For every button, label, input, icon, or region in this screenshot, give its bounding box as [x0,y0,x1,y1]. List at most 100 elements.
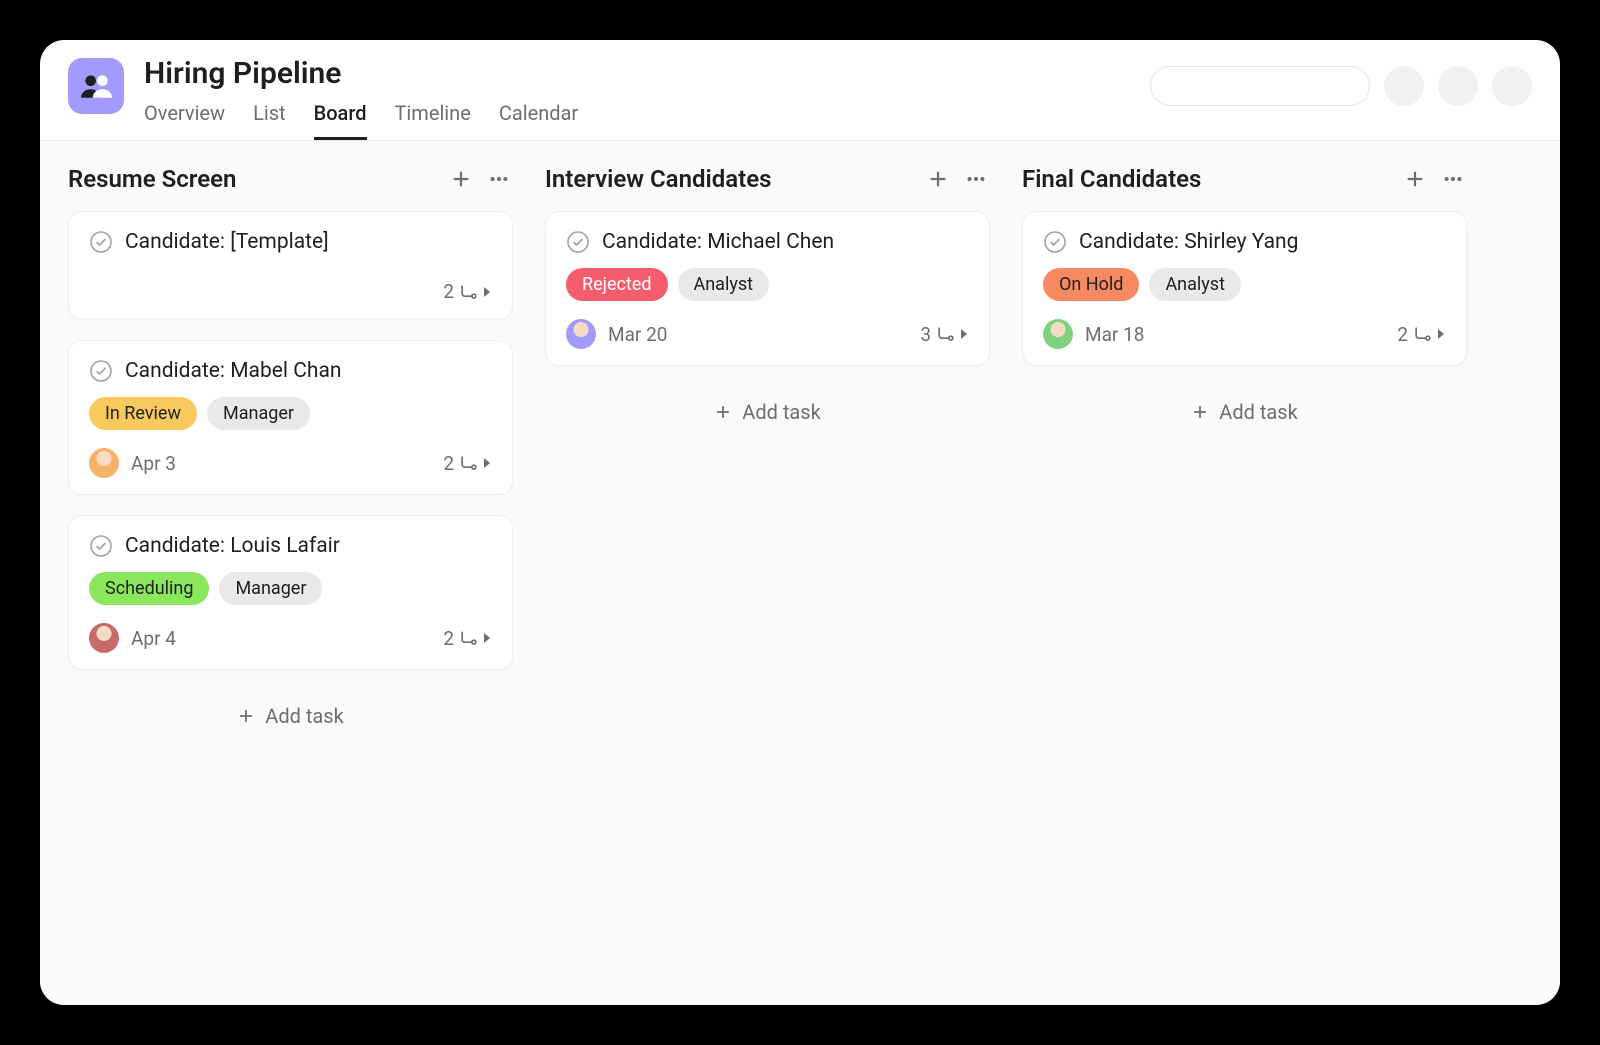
tab-timeline[interactable]: Timeline [395,101,471,140]
due-date[interactable]: Apr 3 [131,452,176,475]
due-date[interactable]: Mar 20 [608,323,667,346]
column-add-button[interactable] [447,165,475,193]
search-input[interactable] [1150,66,1370,106]
header-action-3[interactable] [1492,66,1532,106]
column-header: Interview Candidates [545,165,990,193]
subtask-icon [458,453,478,473]
tag-pill[interactable]: In Review [89,397,197,430]
card-footer: 2 [89,280,492,303]
column-title: Resume Screen [68,165,437,193]
check-icon [89,230,113,254]
card-tags: On Hold Analyst [1043,268,1446,301]
project-icon[interactable] [68,58,124,114]
caret-right-icon [959,327,969,341]
header: Hiring Pipeline OverviewListBoardTimelin… [40,40,1560,141]
tag-pill[interactable]: Manager [219,572,322,605]
card-title: Candidate: [Template] [125,230,329,254]
subtask-indicator[interactable]: 3 [920,323,969,346]
header-right [1150,54,1532,106]
tab-overview[interactable]: Overview [144,101,225,140]
card-tags: In Review Manager [89,397,492,430]
add-task-button[interactable]: Add task [68,690,513,734]
add-task-button[interactable]: Add task [1022,386,1467,430]
tab-board[interactable]: Board [314,101,367,140]
header-action-2[interactable] [1438,66,1478,106]
header-main: Hiring Pipeline OverviewListBoardTimelin… [144,54,1130,140]
column-menu-button[interactable] [485,165,513,193]
card-title-row: Candidate: Michael Chen [566,230,969,254]
assignee-avatar[interactable] [89,623,119,653]
card-tags: Scheduling Manager [89,572,492,605]
subtask-count: 3 [920,323,931,346]
column-header: Resume Screen [68,165,513,193]
subtask-indicator[interactable]: 2 [443,627,492,650]
assignee-avatar[interactable] [1043,319,1073,349]
plus-icon [1191,403,1209,421]
more-icon [1442,168,1464,190]
task-card[interactable]: Candidate: Mabel Chan In Review Manager Apr… [68,340,513,495]
tag-pill[interactable]: On Hold [1043,268,1139,301]
subtask-indicator[interactable]: 2 [443,452,492,475]
task-card[interactable]: Candidate: Michael Chen Rejected Analyst Ma… [545,211,990,366]
header-action-1[interactable] [1384,66,1424,106]
column-add-button[interactable] [924,165,952,193]
task-card[interactable]: Candidate: Louis Lafair Scheduling Manager… [68,515,513,670]
board: Resume ScreenCandidate: [Template]2Candi… [40,141,1560,1005]
plus-icon [1404,168,1426,190]
card-title-row: Candidate: Louis Lafair [89,534,492,558]
app-frame: Hiring Pipeline OverviewListBoardTimelin… [40,40,1560,1005]
column: Interview Candidates Candidate: Michael C… [545,165,990,430]
plus-icon [237,707,255,725]
complete-toggle[interactable] [89,534,113,558]
due-date[interactable]: Apr 4 [131,627,176,650]
column-menu-button[interactable] [962,165,990,193]
subtask-indicator[interactable]: 2 [443,280,492,303]
check-icon [1043,230,1067,254]
tag-pill[interactable]: Rejected [566,268,668,301]
card-title: Candidate: Shirley Yang [1079,230,1298,254]
assignee-avatar[interactable] [566,319,596,349]
card-title-row: Candidate: [Template] [89,230,492,254]
card-title-row: Candidate: Mabel Chan [89,359,492,383]
subtask-icon [1412,324,1432,344]
caret-right-icon [1436,327,1446,341]
caret-right-icon [482,285,492,299]
task-card[interactable]: Candidate: [Template] 2 [68,211,513,320]
plus-icon [450,168,472,190]
add-task-label: Add task [742,400,820,424]
task-card[interactable]: Candidate: Shirley YangOn HoldAnalystMar… [1022,211,1467,366]
check-icon [89,359,113,383]
column-add-button[interactable] [1401,165,1429,193]
subtask-count: 2 [443,280,454,303]
assignee-avatar[interactable] [89,448,119,478]
subtask-icon [458,628,478,648]
card-footer: Apr 4 2 [89,623,492,653]
tab-calendar[interactable]: Calendar [499,101,578,140]
complete-toggle[interactable] [89,359,113,383]
tag-pill[interactable]: Manager [207,397,310,430]
card-title: Candidate: Michael Chen [602,230,834,254]
subtask-indicator[interactable]: 2 [1397,323,1446,346]
tag-pill[interactable]: Analyst [1149,268,1241,301]
more-icon [965,168,987,190]
complete-toggle[interactable] [566,230,590,254]
card-footer: Apr 3 2 [89,448,492,478]
card-footer: Mar 18 2 [1043,319,1446,349]
add-task-label: Add task [265,704,343,728]
tab-list[interactable]: List [253,101,286,140]
subtask-icon [935,324,955,344]
add-task-button[interactable]: Add task [545,386,990,430]
tag-pill[interactable]: Scheduling [89,572,209,605]
subtask-count: 2 [1397,323,1408,346]
column: Resume ScreenCandidate: [Template]2Candi… [68,165,513,734]
complete-toggle[interactable] [89,230,113,254]
column: Final CandidatesCandidate: Shirley YangO… [1022,165,1467,430]
people-icon [79,69,113,103]
column-menu-button[interactable] [1439,165,1467,193]
card-footer: Mar 20 3 [566,319,969,349]
check-icon [566,230,590,254]
due-date[interactable]: Mar 18 [1085,323,1144,346]
caret-right-icon [482,456,492,470]
complete-toggle[interactable] [1043,230,1067,254]
tag-pill[interactable]: Analyst [678,268,770,301]
